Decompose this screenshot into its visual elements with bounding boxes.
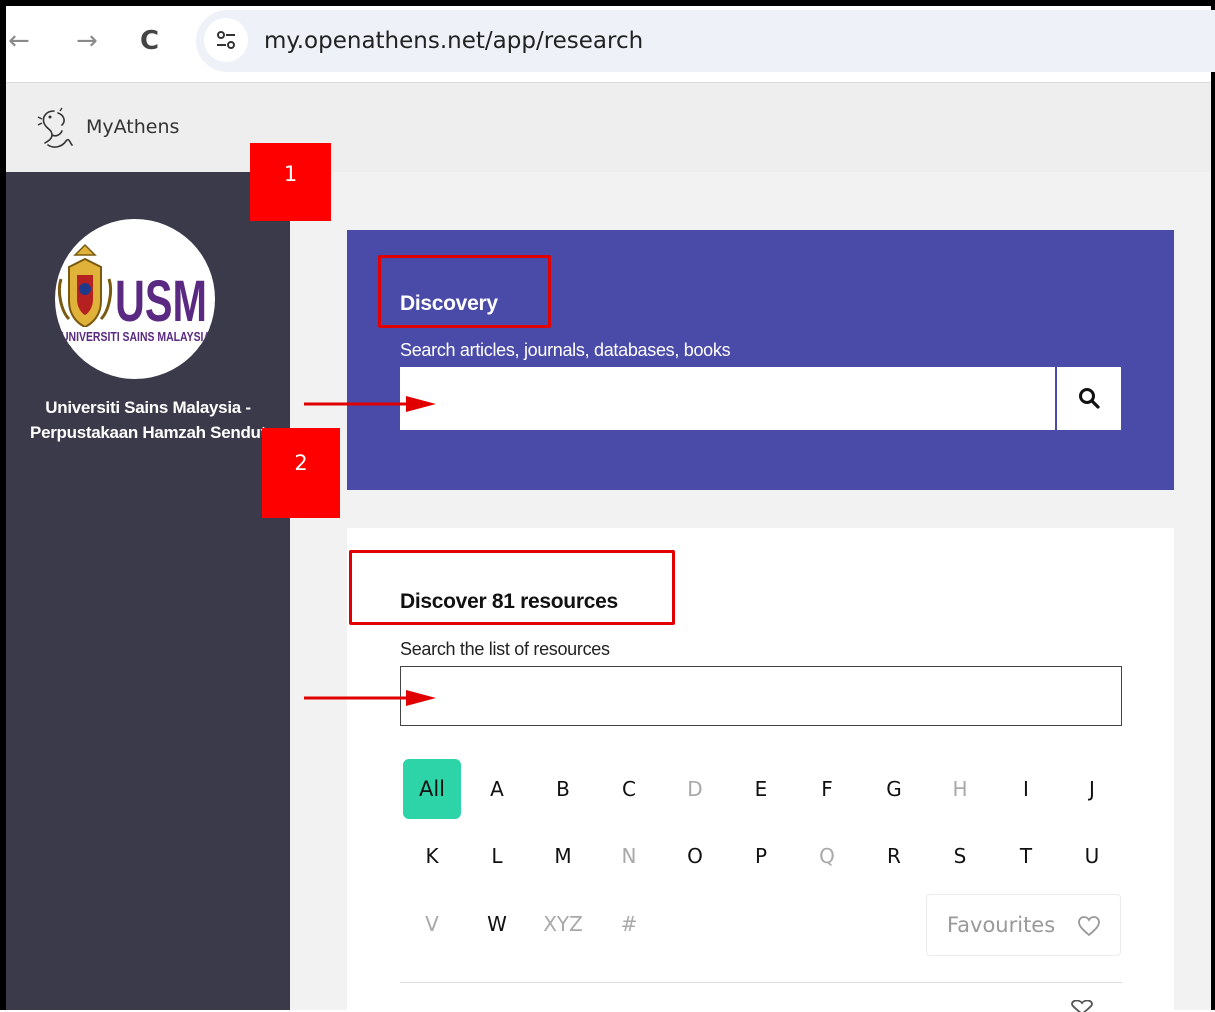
favourites-label: Favourites: [947, 913, 1056, 937]
organisation-logo: USM UNIVERSITI SAINS MALAYSIA: [55, 219, 215, 379]
filter-letter-m[interactable]: M: [534, 826, 592, 886]
athena-logo-icon[interactable]: [36, 107, 76, 158]
filter-letter-p[interactable]: P: [732, 826, 790, 886]
organisation-name-line2: Perpustakaan Hamzah Sendut: [30, 423, 266, 442]
filter-letter-c[interactable]: C: [600, 759, 658, 819]
filter-letter-g[interactable]: G: [865, 759, 923, 819]
resources-search-input[interactable]: [400, 666, 1122, 726]
filter-letter-a[interactable]: A: [468, 759, 526, 819]
filter-letter-b[interactable]: B: [534, 759, 592, 819]
discovery-search-button[interactable]: [1056, 367, 1121, 430]
filter-letter-i[interactable]: I: [997, 759, 1055, 819]
filter-letter-all[interactable]: All: [403, 759, 461, 819]
heart-icon: [1078, 916, 1100, 937]
annotation-highlight-resources: [349, 550, 675, 625]
annotation-highlight-discovery: [378, 255, 551, 328]
filter-letter-u[interactable]: U: [1063, 826, 1121, 886]
filter-letter-o[interactable]: O: [666, 826, 724, 886]
filter-letter-t[interactable]: T: [997, 826, 1055, 886]
filter-letter-h: H: [952, 777, 968, 801]
filter-letter-w[interactable]: W: [468, 894, 526, 954]
resources-search-label: Search the list of resources: [400, 639, 610, 659]
reload-button[interactable]: C: [140, 28, 159, 54]
filter-letter-l[interactable]: L: [468, 826, 526, 886]
annotation-arrow-resources: [304, 690, 436, 706]
back-button[interactable]: ←: [8, 28, 30, 54]
sidebar: USM UNIVERSITI SAINS MALAYSIA Universiti…: [6, 172, 290, 1010]
annotation-arrow-discovery: [304, 396, 436, 412]
site-info-icon[interactable]: [204, 18, 248, 62]
discovery-search-input[interactable]: [400, 367, 1055, 430]
url-text[interactable]: my.openathens.net/app/research: [264, 28, 643, 54]
filter-letter-r[interactable]: R: [865, 826, 923, 886]
filter-letter-n: N: [621, 844, 637, 868]
heart-icon[interactable]: [1069, 1000, 1095, 1012]
filter-letter-v: V: [425, 912, 439, 936]
filter-letter-d: D: [687, 777, 703, 801]
discovery-subtitle: Search articles, journals, databases, bo…: [400, 340, 731, 360]
annotation-marker-2: 2: [262, 428, 340, 518]
list-divider: [400, 982, 1122, 983]
forward-button[interactable]: →: [76, 28, 98, 54]
filter-letter-hash: #: [620, 912, 638, 936]
filter-letter-q: Q: [819, 844, 835, 868]
favourites-button[interactable]: Favourites: [926, 894, 1121, 956]
filter-letter-k[interactable]: K: [403, 826, 461, 886]
app-header: MyAthens: [6, 82, 1211, 173]
filter-letter-f[interactable]: F: [798, 759, 856, 819]
organisation-name-line1: Universiti Sains Malaysia -: [45, 398, 251, 417]
filter-letter-s[interactable]: S: [931, 826, 989, 886]
svg-text:USM: USM: [115, 269, 207, 334]
annotation-marker-1: 1: [250, 143, 331, 221]
svg-text:UNIVERSITI SAINS MALAYSIA: UNIVERSITI SAINS MALAYSIA: [61, 329, 211, 344]
filter-letter-e[interactable]: E: [732, 759, 790, 819]
filter-letter-xyz: XYZ: [543, 912, 583, 936]
brand-name[interactable]: MyAthens: [86, 116, 179, 138]
organisation-name: Universiti Sains Malaysia - Perpustakaan…: [6, 395, 290, 445]
search-icon: [1079, 388, 1100, 409]
filter-letter-j[interactable]: J: [1063, 759, 1121, 819]
